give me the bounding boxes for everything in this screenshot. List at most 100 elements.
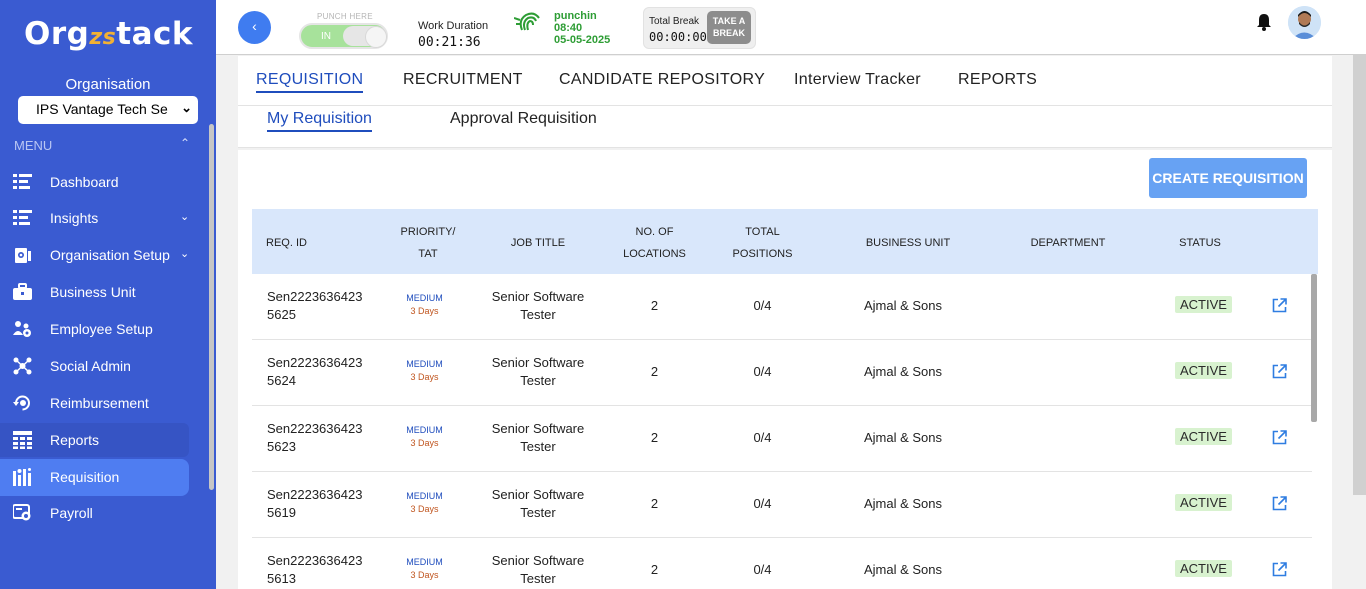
priority-cell: MEDIUM 3 Days	[406, 557, 443, 580]
open-external-icon[interactable]	[1272, 364, 1287, 379]
table-row[interactable]: Sen2223636423 5619 MEDIUM 3 Days Senior So…	[252, 472, 1312, 538]
table-row[interactable]: Sen2223636423 5623 MEDIUM 3 Days Senior So…	[252, 406, 1312, 472]
sidebar-item-insights[interactable]: Insights ⌄	[0, 201, 189, 235]
org-setup-icon	[15, 248, 31, 263]
tab-requisition[interactable]: REQUISITION	[256, 71, 364, 93]
insights-icon	[13, 210, 32, 225]
tab-reports[interactable]: REPORTS	[958, 71, 1037, 89]
organisation-label: Organisation	[65, 76, 151, 93]
status-badge: ACTIVE	[1175, 494, 1232, 511]
chevron-down-icon: ⌄	[180, 248, 190, 260]
reports-icon	[13, 431, 32, 449]
positions-cell: 0/4	[753, 430, 772, 445]
bell-icon[interactable]	[1256, 13, 1272, 31]
business-unit-cell: Ajmal & Sons	[863, 430, 943, 445]
take-break-button[interactable]: TAKE A BREAK	[707, 11, 751, 44]
table-row[interactable]: Sen2223636423 5613 MEDIUM 3 Days Senior So…	[252, 538, 1312, 589]
table-row[interactable]: Sen2223636423 5625 MEDIUM 3 Days Senior So…	[252, 274, 1312, 340]
sidebar-item-label: Social Admin	[50, 358, 131, 374]
column-header-priority: PRIORITY/TAT	[400, 226, 456, 260]
sidebar-item-requisition[interactable]: Requisition	[0, 459, 189, 496]
open-external-icon[interactable]	[1272, 430, 1287, 445]
business-unit-cell: Ajmal & Sons	[863, 364, 943, 379]
req-id-cell: Sen2223636423 5613	[267, 553, 363, 586]
sidebar-item-label: Insights	[50, 210, 99, 226]
job-title-cell: Senior Software Tester	[491, 289, 585, 322]
punch-toggle[interactable]: IN	[299, 23, 388, 49]
sidebar-item-organisation-setup[interactable]: Organisation Setup ⌄	[0, 238, 189, 272]
priority-cell: MEDIUM 3 Days	[406, 359, 443, 382]
work-duration-label: Work Duration	[418, 20, 489, 32]
sidebar-item-label: Requisition	[50, 469, 120, 485]
page-scrollbar[interactable]	[1353, 55, 1366, 495]
locations-cell: 2	[650, 496, 659, 511]
sidebar-item-label: Business Unit	[50, 284, 136, 300]
tab-my-requisition[interactable]: My Requisition	[267, 110, 372, 132]
employee-icon	[13, 321, 31, 337]
main-tabs: REQUISITION RECRUITMENT CANDIDATE REPOSI…	[238, 56, 1332, 106]
sidebar-item-payroll[interactable]: Payroll	[0, 496, 189, 530]
job-title-cell: Senior Software Tester	[491, 355, 585, 388]
dashboard-icon	[13, 174, 32, 189]
open-external-icon[interactable]	[1272, 496, 1287, 511]
column-header-job-title: JOB TITLE	[510, 237, 566, 249]
sidebar-item-dashboard[interactable]: Dashboard	[0, 165, 189, 199]
sidebar-scrollbar[interactable]	[209, 124, 214, 490]
column-header-department: DEPARTMENT	[1030, 237, 1106, 249]
job-title-cell: Senior Software Tester	[491, 421, 585, 454]
job-title-cell: Senior Software Tester	[491, 487, 585, 520]
app-logo[interactable]: Orgzstack	[24, 16, 193, 52]
sidebar-item-social-admin[interactable]: Social Admin	[0, 349, 189, 383]
sidebar-item-label: Employee Setup	[50, 321, 153, 337]
column-header-locations: NO. OF LOCATIONS	[623, 226, 686, 260]
req-id-cell: Sen2223636423 5623	[267, 421, 363, 454]
punchin-date: 05-05-2025	[554, 34, 611, 46]
punch-label: PUNCH HERE	[317, 12, 373, 21]
punchin-label: punchin	[554, 10, 597, 22]
top-header: ‹ PUNCH HERE IN Work Duration 00:21:36 p…	[216, 0, 1366, 55]
chevron-down-icon: ⌄	[181, 100, 192, 115]
open-external-icon[interactable]	[1272, 298, 1287, 313]
total-break-box: Total Break 00:00:00 TAKE A BREAK	[643, 7, 756, 49]
avatar[interactable]	[1288, 6, 1321, 39]
collapse-sidebar-button[interactable]: ‹	[238, 11, 271, 44]
table-row[interactable]: Sen2223636423 5624 MEDIUM 3 Days Senior So…	[252, 340, 1312, 406]
open-external-icon[interactable]	[1272, 562, 1287, 577]
sidebar-item-label: Reports	[50, 432, 100, 448]
column-header-positions: TOTAL POSITIONS	[732, 226, 793, 260]
sidebar-item-label: Reimbursement	[50, 395, 149, 411]
status-badge: ACTIVE	[1175, 428, 1232, 445]
reimbursement-icon	[13, 395, 30, 411]
sidebar: Orgzstack Organisation IPS Vantage Tech …	[0, 0, 216, 589]
sidebar-item-business-unit[interactable]: Business Unit	[0, 275, 189, 309]
locations-cell: 2	[650, 430, 659, 445]
sidebar-item-employee-setup[interactable]: Employee Setup	[0, 312, 189, 346]
status-badge: ACTIVE	[1175, 560, 1232, 577]
locations-cell: 2	[650, 562, 659, 577]
tab-candidate-repository[interactable]: CANDIDATE REPOSITORY	[559, 71, 765, 89]
column-header-status: STATUS	[1179, 237, 1221, 249]
social-icon	[13, 357, 32, 375]
req-id-cell: Sen2223636423 5619	[267, 487, 363, 520]
req-id-cell: Sen2223636423 5624	[267, 355, 363, 388]
tab-approval-requisition[interactable]: Approval Requisition	[450, 110, 597, 128]
requisition-icon	[13, 468, 31, 486]
organisation-select[interactable]: IPS Vantage Tech Se ⌄	[18, 96, 198, 124]
locations-cell: 2	[650, 364, 659, 379]
table-scrollbar[interactable]	[1311, 274, 1317, 422]
column-header-business-unit: BUSINESS UNIT	[865, 237, 951, 249]
sidebar-item-reports[interactable]: Reports	[0, 423, 189, 457]
tab-interview-tracker[interactable]: Interview Tracker	[794, 71, 921, 89]
job-title-cell: Senior Software Tester	[491, 553, 585, 586]
status-badge: ACTIVE	[1175, 362, 1232, 379]
chevron-up-icon[interactable]: ⌃	[180, 136, 190, 150]
create-requisition-button[interactable]: CREATE REQUISITION	[1149, 158, 1307, 198]
punch-state: IN	[321, 31, 331, 42]
tab-recruitment[interactable]: RECRUITMENT	[403, 71, 523, 89]
menu-label: MENU	[14, 138, 53, 153]
sidebar-item-reimbursement[interactable]: Reimbursement	[0, 386, 189, 420]
priority-cell: MEDIUM 3 Days	[406, 491, 443, 514]
req-id-cell: Sen2223636423 5625	[267, 289, 363, 322]
priority-cell: MEDIUM 3 Days	[406, 425, 443, 448]
positions-cell: 0/4	[753, 496, 772, 511]
